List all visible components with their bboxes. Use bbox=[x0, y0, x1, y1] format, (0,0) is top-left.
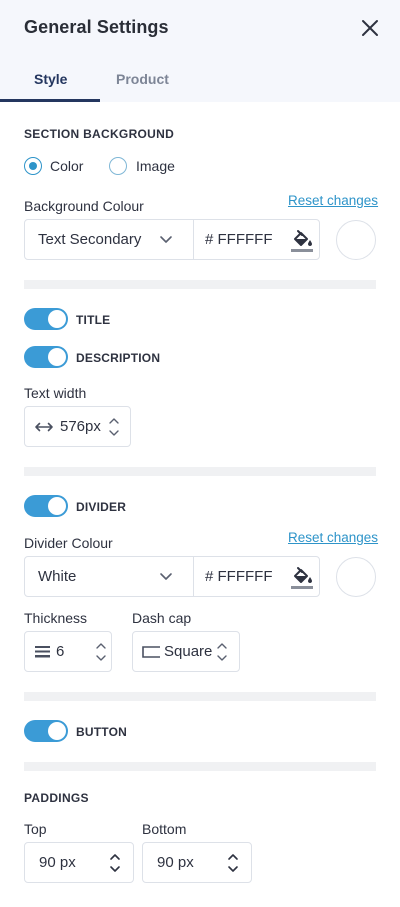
stepper-arrows-icon[interactable] bbox=[108, 412, 120, 442]
chevron-down-icon[interactable] bbox=[159, 569, 173, 583]
radio-color-label: Color bbox=[50, 158, 84, 174]
thickness-value[interactable]: 6 bbox=[56, 643, 64, 660]
tab-product[interactable]: Product bbox=[116, 71, 169, 87]
divider-reset-changes-link[interactable]: Reset changes bbox=[288, 530, 378, 545]
padding-top-label: Top bbox=[24, 821, 47, 837]
padding-top-stepper: 90 px bbox=[24, 842, 134, 883]
divider-colour-swatch[interactable] bbox=[336, 557, 376, 597]
chevron-down-icon[interactable] bbox=[159, 232, 173, 246]
text-width-stepper: 576px bbox=[24, 406, 131, 447]
divider-colour-picker: White # FFFFFF bbox=[24, 556, 320, 597]
field-separator bbox=[193, 220, 194, 259]
stepper-arrows-icon[interactable] bbox=[95, 637, 107, 667]
stepper-arrows-icon[interactable] bbox=[216, 637, 228, 667]
paddings-heading: PADDINGS bbox=[24, 791, 89, 805]
stepper-arrows-icon[interactable] bbox=[109, 848, 121, 878]
button-toggle-label: BUTTON bbox=[76, 725, 127, 739]
padding-bottom-label: Bottom bbox=[142, 821, 187, 837]
thickness-stepper: 6 bbox=[24, 631, 112, 672]
background-colour-picker: Text Secondary # FFFFFF bbox=[24, 219, 320, 260]
padding-bottom-value[interactable]: 90 px bbox=[157, 854, 194, 871]
text-width-value[interactable]: 576px bbox=[60, 418, 101, 435]
divider-toggle-label: DIVIDER bbox=[76, 500, 127, 514]
background-colour-select[interactable]: Text Secondary bbox=[38, 231, 141, 248]
button-toggle[interactable] bbox=[24, 720, 68, 742]
background-hex-input[interactable]: # FFFFFF bbox=[205, 231, 273, 248]
radio-image[interactable] bbox=[109, 157, 127, 175]
divider-colour-select[interactable]: White bbox=[38, 568, 76, 585]
settings-header: General Settings Style Product bbox=[0, 0, 400, 102]
close-icon[interactable] bbox=[358, 16, 382, 40]
title-toggle[interactable] bbox=[24, 308, 68, 330]
active-tab-indicator bbox=[0, 99, 100, 102]
divider-colour-label: Divider Colour bbox=[24, 535, 113, 551]
radio-image-label: Image bbox=[136, 158, 175, 174]
radio-color[interactable] bbox=[24, 157, 42, 175]
thickness-label: Thickness bbox=[24, 610, 88, 626]
padding-top-value[interactable]: 90 px bbox=[39, 854, 76, 871]
section-divider bbox=[24, 467, 376, 476]
section-divider bbox=[24, 762, 376, 771]
dash-cap-stepper: Square bbox=[132, 631, 240, 672]
paint-bucket-icon[interactable] bbox=[289, 227, 315, 253]
stepper-arrows-icon[interactable] bbox=[227, 848, 239, 878]
section-divider bbox=[24, 280, 376, 289]
horizontal-arrows-icon bbox=[35, 422, 53, 432]
dash-cap-square-icon bbox=[142, 646, 160, 658]
background-colour-label: Background Colour bbox=[24, 198, 144, 214]
section-background-heading: SECTION BACKGROUND bbox=[24, 127, 175, 141]
dash-cap-value[interactable]: Square bbox=[164, 643, 212, 660]
panel-title: General Settings bbox=[24, 17, 169, 37]
field-separator bbox=[193, 557, 194, 596]
thickness-lines-icon bbox=[35, 646, 50, 658]
divider-toggle[interactable] bbox=[24, 495, 68, 517]
reset-changes-link[interactable]: Reset changes bbox=[288, 193, 378, 208]
text-width-label: Text width bbox=[24, 385, 87, 401]
tab-style[interactable]: Style bbox=[34, 71, 67, 87]
paint-bucket-icon[interactable] bbox=[289, 564, 315, 590]
divider-hex-input[interactable]: # FFFFFF bbox=[205, 568, 273, 585]
dash-cap-label: Dash cap bbox=[132, 610, 192, 626]
description-toggle[interactable] bbox=[24, 346, 68, 368]
description-toggle-label: DESCRIPTION bbox=[76, 351, 161, 365]
title-toggle-label: TITLE bbox=[76, 313, 111, 327]
section-divider bbox=[24, 692, 376, 701]
padding-bottom-stepper: 90 px bbox=[142, 842, 252, 883]
background-colour-swatch[interactable] bbox=[336, 220, 376, 260]
